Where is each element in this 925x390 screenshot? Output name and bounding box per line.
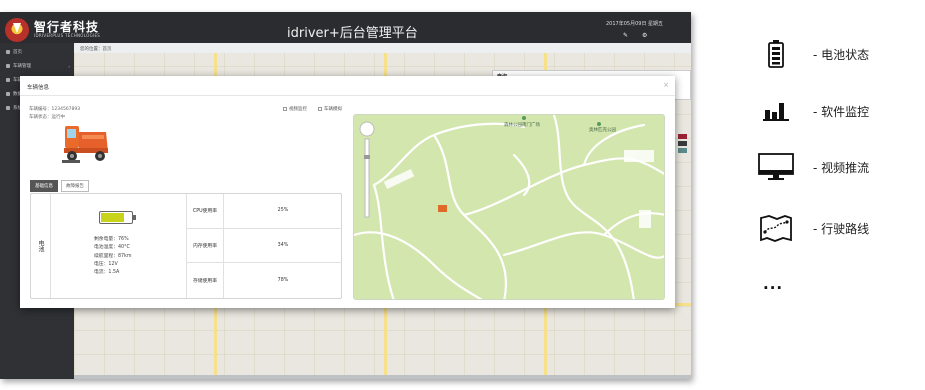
checkbox-icon [283,107,287,111]
sidebar-item-home[interactable]: 首页 [0,45,74,59]
data-icon [6,92,10,96]
battery-icon [757,37,795,71]
route-map-icon [757,211,795,245]
brand-logo-icon [5,18,29,42]
legend-battery: - 电池状态 [757,37,869,71]
chevron-right-icon: › [68,63,70,69]
park-map-svg: 森林公园南门广场 奥林匹克公园 [354,115,664,299]
battery-section-label: 电池 [31,194,51,298]
header-datetime: 2017年05月09日 星期五 [606,21,664,27]
sidebar-item-label: 首页 [13,50,22,55]
breadcrumb: 您的位置：首页 [74,43,691,53]
metric-value: 25% [277,208,289,214]
metric-label: CPU使用率 [187,194,224,228]
metric-label: 存储使用率 [187,263,224,298]
close-icon[interactable]: × [663,81,669,89]
legend-video: - 视频推流 [757,150,869,184]
bottom-scrollbar[interactable] [74,375,691,379]
bar-chart-icon [757,94,795,128]
battery-voltage: 电压：12V [94,261,118,267]
monitor-icon [6,78,10,82]
settings-icon [6,106,10,110]
metric-row-storage: 存储使用率 78% [187,263,342,298]
battery-range: 续航里程：87km [94,253,132,259]
metric-value: 34% [277,242,289,248]
legend-label: - 软件监控 [813,104,870,119]
metric-row-cpu: CPU使用率 25% [187,194,342,229]
battery-level-fill [101,213,124,222]
status-color-chip [678,134,687,139]
map-label: 奥林匹克公园 [589,126,616,133]
modal-header: 车辆信息 × [20,76,675,96]
battery-stats: 剩余电量：76% 电池温度：40°C 续航里程：87km 电压：12V 电流：1… [94,236,132,277]
vehicle-marker-icon[interactable] [438,205,447,212]
metric-label: 内存使用率 [187,228,224,263]
home-icon [6,50,10,54]
vehicle-status: 车辆状态：运行中 [29,115,65,120]
top-header: 智行者科技 IDRIVERPLUS TECHNOLOGIES idriver+后… [0,12,691,43]
vehicle-number: 车辆编号：1234567893 [29,107,81,112]
system-metrics-table: CPU使用率 25% 内存使用率 34% 存储使用率 78% [186,194,342,298]
sweeper-truck-icon [62,126,108,163]
battery-current: 电流：1.5A [94,270,120,276]
wrench-icon[interactable]: ✎ [623,32,628,39]
tab-fault-report[interactable]: 故障报告 [61,180,89,192]
status-color-legend [678,134,687,155]
battery-remaining: 剩余电量：76% [94,237,129,242]
map-label: 森林公园南门广场 [504,121,540,128]
video-monitor-toggle[interactable]: 视频监控 [283,106,307,112]
legend-more-ellipsis: ... [763,275,784,293]
battery-temperature: 电池温度：40°C [94,245,130,251]
app-title: idriver+后台管理平台 [287,26,418,41]
tab-basic-info[interactable]: 基础信息 [30,180,58,192]
vehicle-location-map[interactable]: 森林公园南门广场 奥林匹克公园 [353,114,665,300]
brand-english-name: IDRIVERPLUS TECHNOLOGIES [34,33,101,38]
metric-value: 78% [277,277,289,283]
legend-label: - 视频推流 [813,160,870,175]
poi-marker-icon [522,116,526,120]
metric-row-memory: 内存使用率 34% [187,228,342,264]
vehicle-sim-toggle[interactable]: 车辆模拟 [318,106,342,112]
legend-software: - 软件监控 [757,94,869,128]
user-icon[interactable]: ⚙ [642,32,647,39]
checkbox-icon [318,107,322,111]
toggle-label: 车辆模拟 [324,107,342,112]
vehicle-info-modal: 车辆信息 × 车辆编号：1234567893 车辆状态：运行中 视频监控 车辆模… [20,76,675,308]
battery-level-icon [99,211,136,224]
monitor-icon [757,150,795,184]
sidebar-item-label: 车辆管理 [13,64,31,69]
poi-marker-icon [597,122,601,126]
car-icon [6,64,10,68]
status-color-chip [678,148,687,153]
toggle-label: 视频监控 [289,107,307,112]
legend-label: - 电池状态 [813,47,870,62]
basic-info-panel: 电池 剩余电量：76% 电池温度：40°C 续航里程：87km 电压：12V 电… [30,193,342,299]
info-tabs: 基础信息 故障报告 [30,180,89,192]
legend-route: - 行驶路线 [757,211,869,245]
sidebar-item-vehicles[interactable]: 车辆管理 › [0,59,74,73]
modal-title: 车辆信息 [27,85,50,91]
legend-label: - 行驶路线 [813,221,870,236]
status-color-chip [678,141,687,146]
